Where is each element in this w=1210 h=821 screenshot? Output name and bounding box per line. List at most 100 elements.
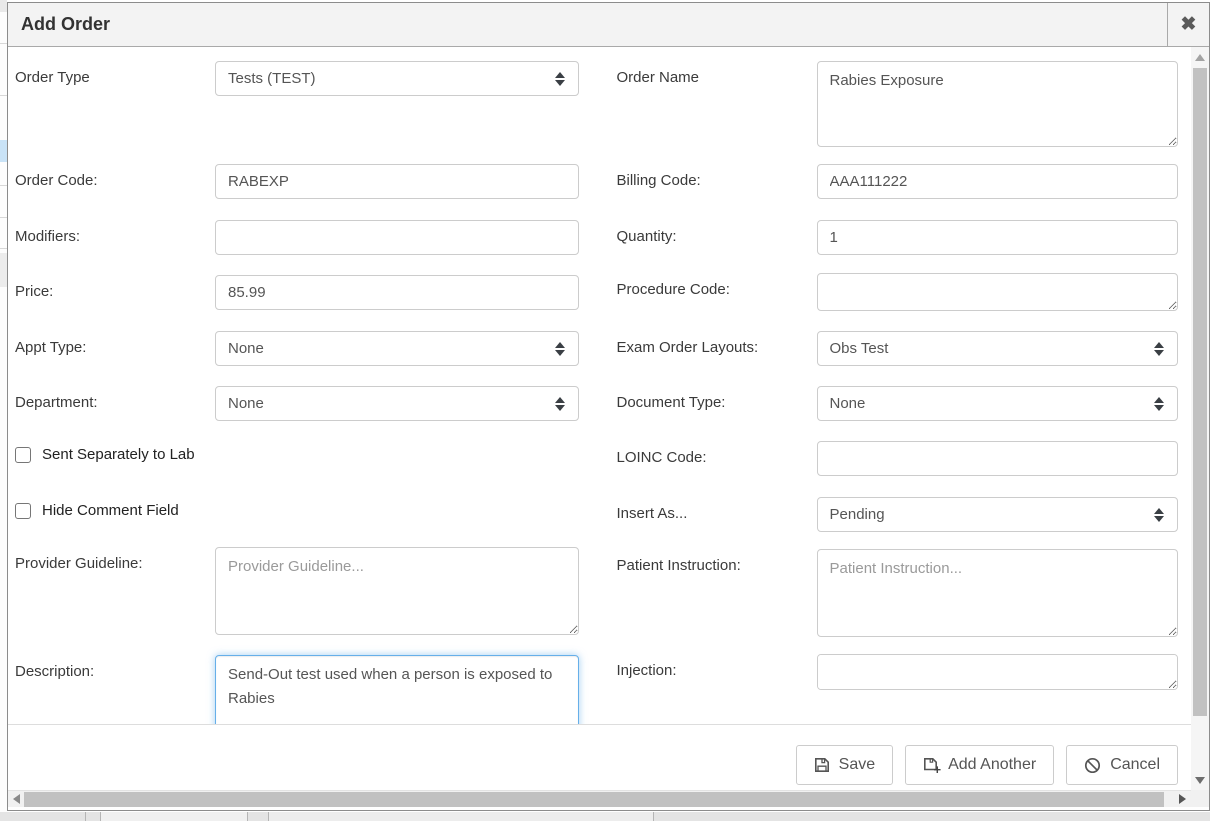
plus-icon: + — [934, 763, 942, 776]
background-page-left-edge — [0, 0, 7, 821]
chevron-updown-icon — [555, 72, 565, 86]
insert-as-label: Insert As... — [617, 497, 817, 532]
cancel-button-label: Cancel — [1110, 756, 1160, 774]
sent-separately-checkbox[interactable] — [15, 447, 31, 463]
field-order-name: Order Name Rabies Exposure — [617, 61, 1179, 147]
background-table-edge — [0, 812, 1210, 821]
scroll-up-arrow-icon[interactable] — [1191, 49, 1209, 65]
order-code-input[interactable] — [215, 164, 579, 199]
description-textarea[interactable]: Send-Out test used when a person is expo… — [215, 655, 579, 724]
scroll-down-arrow-icon[interactable] — [1191, 772, 1209, 788]
injection-textarea[interactable] — [817, 654, 1179, 690]
chevron-updown-icon — [1154, 342, 1164, 356]
field-loinc-code: LOINC Code: — [617, 441, 1179, 476]
add-another-icon: + — [923, 757, 939, 773]
chevron-updown-icon — [1154, 508, 1164, 522]
field-procedure-code: Procedure Code: — [617, 273, 1179, 311]
field-billing-code: Billing Code: — [617, 164, 1179, 199]
field-document-type: Document Type: None — [617, 386, 1179, 421]
procedure-code-textarea[interactable] — [817, 273, 1179, 311]
field-order-type: Order Type Tests (TEST) — [15, 61, 579, 96]
field-appt-type: Appt Type: None — [15, 331, 579, 366]
vertical-scrollbar-thumb[interactable] — [1193, 68, 1207, 716]
field-provider-guideline: Provider Guideline: — [15, 547, 579, 635]
field-patient-instruction: Patient Instruction: — [617, 549, 1179, 637]
field-injection: Injection: — [617, 654, 1179, 690]
dialog-footer: Save + Add Another Cancel — [8, 724, 1192, 790]
exam-order-layouts-label: Exam Order Layouts: — [617, 331, 817, 366]
order-name-label: Order Name — [617, 61, 817, 147]
save-button-label: Save — [839, 756, 875, 774]
price-label: Price: — [15, 275, 215, 310]
scroll-right-arrow-icon[interactable] — [1174, 791, 1190, 807]
cancel-button[interactable]: Cancel — [1066, 745, 1178, 785]
field-department: Department: None — [15, 386, 579, 421]
close-button[interactable]: ✖ — [1167, 3, 1209, 46]
dialog-header: Add Order ✖ — [8, 3, 1209, 47]
order-type-select[interactable]: Tests (TEST) — [215, 61, 579, 96]
order-name-textarea[interactable]: Rabies Exposure — [817, 61, 1179, 147]
quantity-label: Quantity: — [617, 220, 817, 255]
field-description: Description: Send-Out test used when a p… — [15, 655, 579, 724]
modifiers-input[interactable] — [215, 220, 579, 255]
hide-comment-checkbox-row[interactable]: Hide Comment Field — [15, 502, 579, 519]
procedure-code-label: Procedure Code: — [617, 273, 817, 311]
scroll-left-arrow-icon[interactable] — [8, 791, 24, 807]
dialog-title: Add Order — [8, 3, 1167, 46]
provider-guideline-label: Provider Guideline: — [15, 547, 215, 635]
cancel-icon — [1084, 757, 1101, 774]
order-type-selected-value: Tests (TEST) — [228, 70, 316, 87]
loinc-code-label: LOINC Code: — [617, 441, 817, 476]
sent-separately-checkbox-row[interactable]: Sent Separately to Lab — [15, 446, 579, 463]
department-selected-value: None — [228, 395, 264, 412]
chevron-updown-icon — [1154, 397, 1164, 411]
patient-instruction-label: Patient Instruction: — [617, 549, 817, 637]
injection-label: Injection: — [617, 654, 817, 690]
field-exam-order-layouts: Exam Order Layouts: Obs Test — [617, 331, 1179, 366]
billing-code-input[interactable] — [817, 164, 1179, 199]
vertical-scrollbar[interactable] — [1191, 47, 1209, 790]
add-another-button-label: Add Another — [948, 756, 1036, 774]
horizontal-scrollbar[interactable] — [8, 790, 1192, 807]
save-icon — [814, 757, 830, 773]
loinc-code-input[interactable] — [817, 441, 1179, 476]
document-type-label: Document Type: — [617, 386, 817, 421]
field-insert-as: Insert As... Pending — [617, 497, 1179, 532]
field-order-code: Order Code: — [15, 164, 579, 199]
scrollbar-corner — [1191, 790, 1209, 807]
patient-instruction-textarea[interactable] — [817, 549, 1179, 637]
order-code-label: Order Code: — [15, 164, 215, 199]
appt-type-selected-value: None — [228, 340, 264, 357]
insert-as-selected-value: Pending — [830, 506, 885, 523]
billing-code-label: Billing Code: — [617, 164, 817, 199]
chevron-updown-icon — [555, 342, 565, 356]
insert-as-select[interactable]: Pending — [817, 497, 1179, 532]
sent-separately-label: Sent Separately to Lab — [31, 446, 195, 463]
quantity-input[interactable] — [817, 220, 1179, 255]
close-icon: ✖ — [1181, 13, 1197, 36]
order-type-label: Order Type — [15, 61, 215, 96]
modifiers-label: Modifiers: — [15, 220, 215, 255]
appt-type-select[interactable]: None — [215, 331, 579, 366]
add-another-button[interactable]: + Add Another — [905, 745, 1054, 785]
appt-type-label: Appt Type: — [15, 331, 215, 366]
save-button[interactable]: Save — [796, 745, 893, 785]
chevron-updown-icon — [555, 397, 565, 411]
dialog-body: Order Type Tests (TEST) Order Code: — [8, 47, 1191, 724]
provider-guideline-textarea[interactable] — [215, 547, 579, 635]
exam-order-layouts-select[interactable]: Obs Test — [817, 331, 1179, 366]
field-price: Price: — [15, 275, 579, 310]
hide-comment-checkbox[interactable] — [15, 503, 31, 519]
add-order-dialog: Add Order ✖ Order Type Tests (TEST) — [7, 2, 1210, 811]
description-label: Description: — [15, 655, 215, 724]
department-label: Department: — [15, 386, 215, 421]
exam-order-layouts-selected-value: Obs Test — [830, 340, 889, 357]
document-type-selected-value: None — [830, 395, 866, 412]
hide-comment-label: Hide Comment Field — [31, 502, 179, 519]
horizontal-scrollbar-thumb[interactable] — [24, 792, 1164, 807]
field-quantity: Quantity: — [617, 220, 1179, 255]
price-input[interactable] — [215, 275, 579, 310]
document-type-select[interactable]: None — [817, 386, 1179, 421]
department-select[interactable]: None — [215, 386, 579, 421]
field-modifiers: Modifiers: — [15, 220, 579, 255]
